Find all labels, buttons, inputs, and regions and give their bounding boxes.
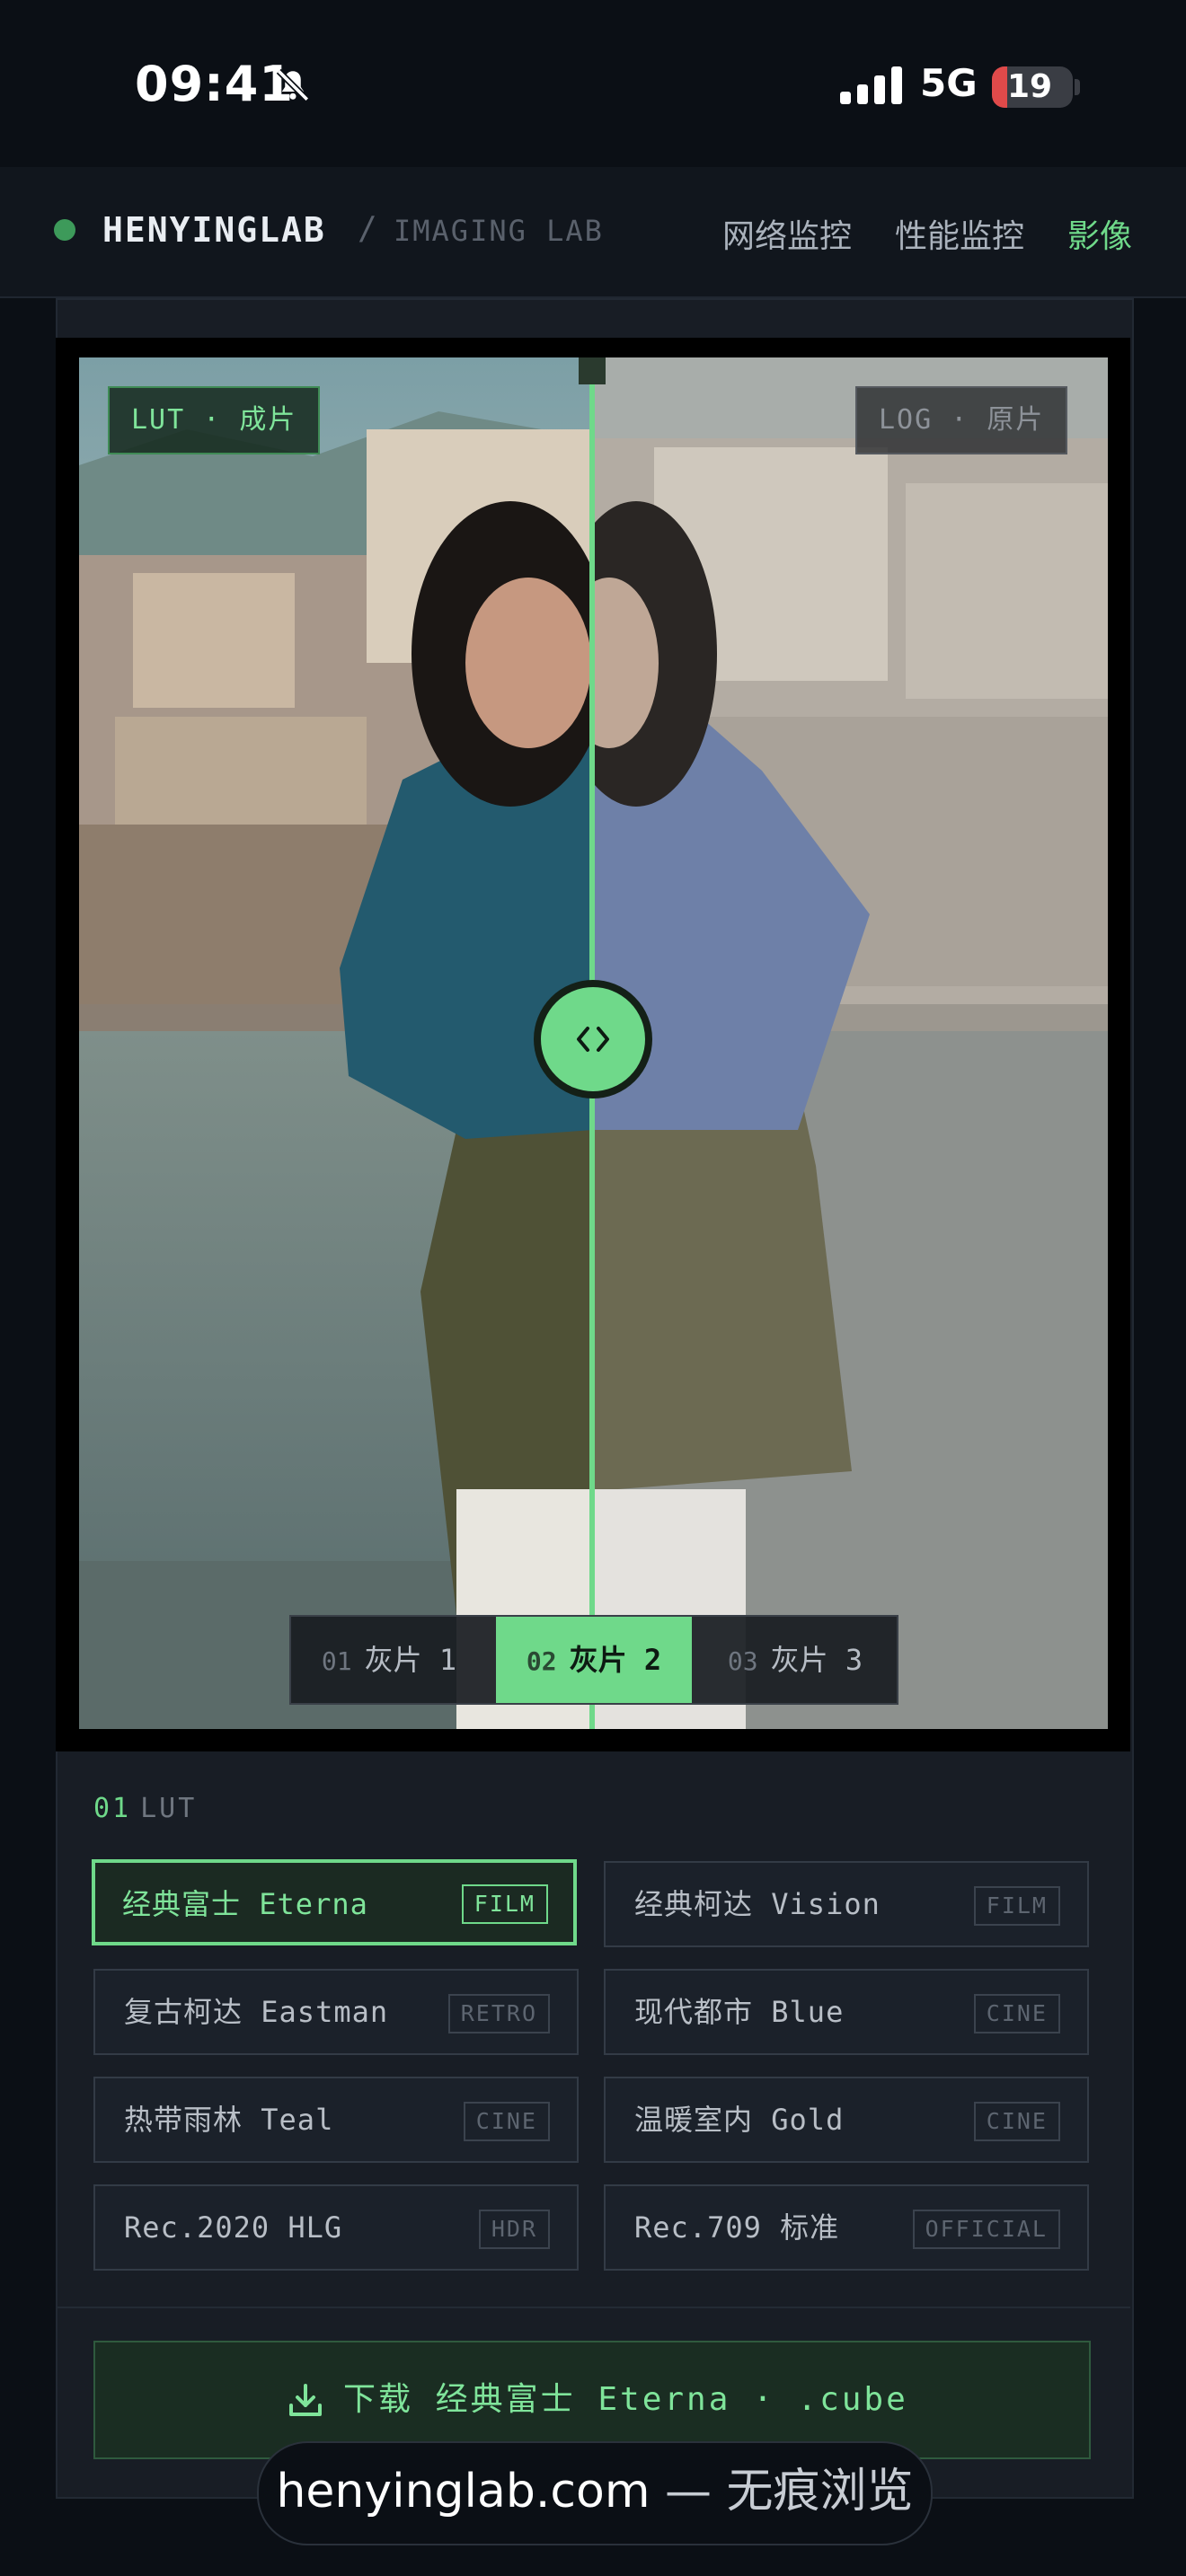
gray-tab-2-num: 02: [526, 1646, 557, 1676]
lut-section-heading: 01 LUT: [93, 1793, 197, 1824]
log-original-tag: LOG · 原片: [855, 386, 1068, 454]
lut-graded-tag: LUT · 成片: [108, 386, 321, 454]
lut-option-rec709[interactable]: Rec.709 标准 OFFICIAL: [604, 2184, 1089, 2271]
bell-slash-icon: [276, 68, 310, 102]
nav-imaging[interactable]: 影像: [1067, 210, 1132, 257]
browser-domain: henyinglab.com: [276, 2465, 651, 2519]
lut-option-name: 经典柯达 Vision: [634, 1887, 881, 1921]
lut-option-badge: HDR: [478, 2210, 550, 2249]
nav-network-monitor[interactable]: 网络监控: [722, 210, 852, 257]
download-label: 下载 经典富士 Eterna · .cube: [343, 2381, 908, 2418]
lut-option-gold[interactable]: 温暖室内 Gold CINE: [604, 2077, 1089, 2163]
lut-option-hlg[interactable]: Rec.2020 HLG HDR: [93, 2184, 579, 2271]
status-bar: 09:41 5G 19: [0, 0, 1186, 167]
battery-icon: 19: [992, 66, 1073, 108]
gray-tab-1[interactable]: 01 灰片 1: [291, 1617, 487, 1703]
lut-option-badge: RETRO: [447, 1994, 550, 2033]
lut-option-name: 温暖室内 Gold: [634, 2103, 845, 2137]
status-time: 09:41: [135, 56, 294, 112]
lut-option-badge: OFFICIAL: [912, 2210, 1060, 2249]
chevrons-left-right-icon: [577, 1027, 609, 1052]
lut-section-title: LUT: [140, 1793, 198, 1824]
log-original-photo: [593, 357, 1108, 1729]
battery-level: 19: [1006, 68, 1053, 105]
lut-option-name: Rec.2020 HLG: [124, 2210, 343, 2245]
lut-section-number: 01: [93, 1793, 132, 1824]
lut-option-vision[interactable]: 经典柯达 Vision FILM: [604, 1861, 1089, 1947]
lut-option-name: 经典富士 Eterna: [122, 1887, 368, 1921]
gray-tab-3[interactable]: 03 灰片 3: [697, 1617, 893, 1703]
gray-tab-3-label: 灰片 3: [770, 1643, 863, 1677]
browser-address: henyinglab.com — 无痕浏览: [259, 2443, 931, 2540]
lut-option-badge: FILM: [461, 1884, 548, 1924]
lut-option-badge: CINE: [463, 2102, 550, 2141]
divider-cap: [579, 357, 606, 384]
lut-option-eterna[interactable]: 经典富士 Eterna FILM: [92, 1859, 577, 1945]
compare-handle[interactable]: [534, 980, 652, 1098]
lut-option-eastman[interactable]: 复古柯达 Eastman RETRO: [93, 1969, 579, 2055]
gray-sample-tabs: 01 灰片 1 02 灰片 2 03 灰片 3: [289, 1615, 898, 1705]
lut-graded-photo: [79, 357, 593, 1729]
section-divider: [58, 2307, 1130, 2308]
gray-tab-3-num: 03: [727, 1646, 758, 1676]
gray-tab-1-num: 01: [321, 1646, 352, 1676]
lut-option-teal[interactable]: 热带雨林 Teal CINE: [93, 2077, 579, 2163]
lut-option-badge: CINE: [973, 1994, 1060, 2033]
brand-separator: /: [358, 210, 377, 247]
lut-option-blue[interactable]: 现代都市 Blue CINE: [604, 1969, 1089, 2055]
lut-option-name: 现代都市 Blue: [634, 1995, 845, 2029]
nav-performance-monitor[interactable]: 性能监控: [895, 210, 1024, 257]
download-icon: [289, 2384, 322, 2416]
network-type: 5G: [920, 61, 978, 105]
lut-option-name: Rec.709 标准: [634, 2210, 840, 2245]
gray-tab-2-label: 灰片 2: [569, 1643, 662, 1677]
status-dot-icon: [54, 219, 75, 241]
lut-option-name: 热带雨林 Teal: [124, 2103, 334, 2137]
brand-subtitle: IMAGING LAB: [394, 214, 604, 248]
gray-tab-1-label: 灰片 1: [364, 1643, 457, 1677]
browser-mode: — 无痕浏览: [650, 2465, 914, 2519]
signal-bars-icon: [840, 66, 902, 104]
lut-option-name: 复古柯达 Eastman: [124, 1995, 389, 2029]
browser-address-pill[interactable]: henyinglab.com — 无痕浏览: [257, 2441, 933, 2545]
lut-option-badge: CINE: [973, 2102, 1060, 2141]
lut-option-badge: FILM: [973, 1886, 1060, 1926]
gray-tab-2[interactable]: 02 灰片 2: [496, 1617, 692, 1703]
top-header: HENYINGLAB / IMAGING LAB 网络监控 性能监控 影像: [0, 167, 1186, 298]
battery-nub: [1075, 79, 1080, 95]
brand-name[interactable]: HENYINGLAB: [102, 210, 326, 250]
